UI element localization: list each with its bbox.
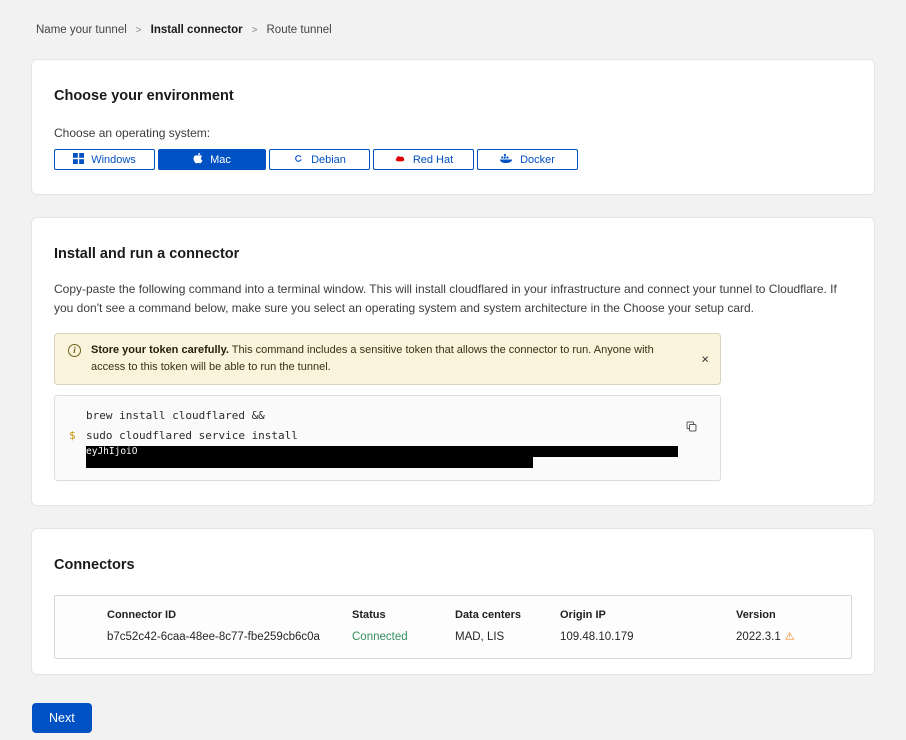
connectors-table-header: Connector ID Status Data centers Origin … (55, 596, 851, 621)
breadcrumb-separator: > (252, 25, 258, 36)
code-line-1: brew install cloudflared && (69, 406, 706, 426)
os-button-redhat[interactable]: Red Hat (373, 149, 474, 170)
os-button-label: Windows (91, 154, 136, 166)
code-line-2-text: sudo cloudflared service install (86, 426, 298, 446)
os-button-windows[interactable]: Windows (54, 149, 155, 170)
install-card-title: Install and run a connector (54, 218, 852, 262)
apple-icon (193, 152, 203, 167)
col-status: Status (352, 609, 455, 621)
os-button-mac[interactable]: Mac (158, 149, 266, 170)
token-warning-bold: Store your token carefully. (91, 344, 229, 356)
os-select-label: Choose an operating system: (54, 126, 852, 140)
breadcrumb-step-name-your-tunnel[interactable]: Name your tunnel (36, 24, 127, 36)
connectors-card-title: Connectors (54, 529, 852, 573)
redacted-token-line-2 (86, 457, 533, 468)
breadcrumb: Name your tunnel > Install connector > R… (0, 0, 906, 59)
redacted-token-line-1: eyJhIjoiO (86, 446, 678, 457)
breadcrumb-separator: > (136, 25, 142, 36)
copy-icon[interactable] (685, 420, 698, 436)
code-line-1-text: brew install cloudflared && (86, 406, 265, 426)
connectors-table: Connector ID Status Data centers Origin … (54, 595, 852, 659)
col-connector-id: Connector ID (107, 609, 352, 621)
status-badge: Connected (352, 631, 455, 643)
version-number: 2022.3.1 (736, 631, 781, 643)
os-button-label: Mac (210, 154, 231, 166)
environment-card: Choose your environment Choose an operat… (31, 59, 875, 195)
next-button[interactable]: Next (32, 703, 92, 733)
connectors-card: Connectors Connector ID Status Data cent… (31, 528, 875, 675)
shell-prompt: $ (69, 426, 86, 446)
table-row: b7c52c42-6caa-48ee-8c77-fbe259cb6c0a Con… (55, 621, 851, 658)
os-button-label: Docker (520, 154, 555, 166)
install-description: Copy-paste the following command into a … (54, 280, 852, 318)
docker-icon (500, 153, 513, 167)
token-warning-banner: i Store your token carefully. This comma… (54, 333, 721, 385)
install-connector-card: Install and run a connector Copy-paste t… (31, 217, 875, 506)
token-warning-text: Store your token carefully. This command… (91, 342, 669, 376)
col-origin-ip: Origin IP (560, 609, 736, 621)
os-button-group: Windows Mac Debian Red Hat Docker (54, 149, 852, 170)
os-button-label: Red Hat (413, 154, 453, 166)
col-version: Version (736, 609, 851, 621)
environment-card-title: Choose your environment (54, 60, 852, 104)
code-line-2: $ sudo cloudflared service install (69, 426, 706, 446)
warning-triangle-icon[interactable]: ⚠ (785, 631, 795, 643)
breadcrumb-step-route-tunnel[interactable]: Route tunnel (267, 24, 332, 36)
close-icon[interactable]: × (701, 353, 709, 366)
debian-icon (293, 153, 304, 167)
col-data-centers: Data centers (455, 609, 560, 621)
version-value: 2022.3.1 ⚠ (736, 630, 851, 643)
os-button-debian[interactable]: Debian (269, 149, 370, 170)
breadcrumb-step-install-connector: Install connector (151, 24, 243, 36)
os-button-docker[interactable]: Docker (477, 149, 578, 170)
prompt-spacer (69, 406, 86, 426)
redhat-icon (394, 153, 406, 167)
install-command-codeblock: brew install cloudflared && $ sudo cloud… (54, 395, 721, 481)
info-icon: i (68, 344, 81, 357)
origin-ip-value: 109.48.10.179 (560, 631, 736, 643)
connector-id-value: b7c52c42-6caa-48ee-8c77-fbe259cb6c0a (107, 631, 352, 643)
os-button-label: Debian (311, 154, 346, 166)
windows-icon (73, 153, 84, 167)
data-centers-value: MAD, LIS (455, 631, 560, 643)
